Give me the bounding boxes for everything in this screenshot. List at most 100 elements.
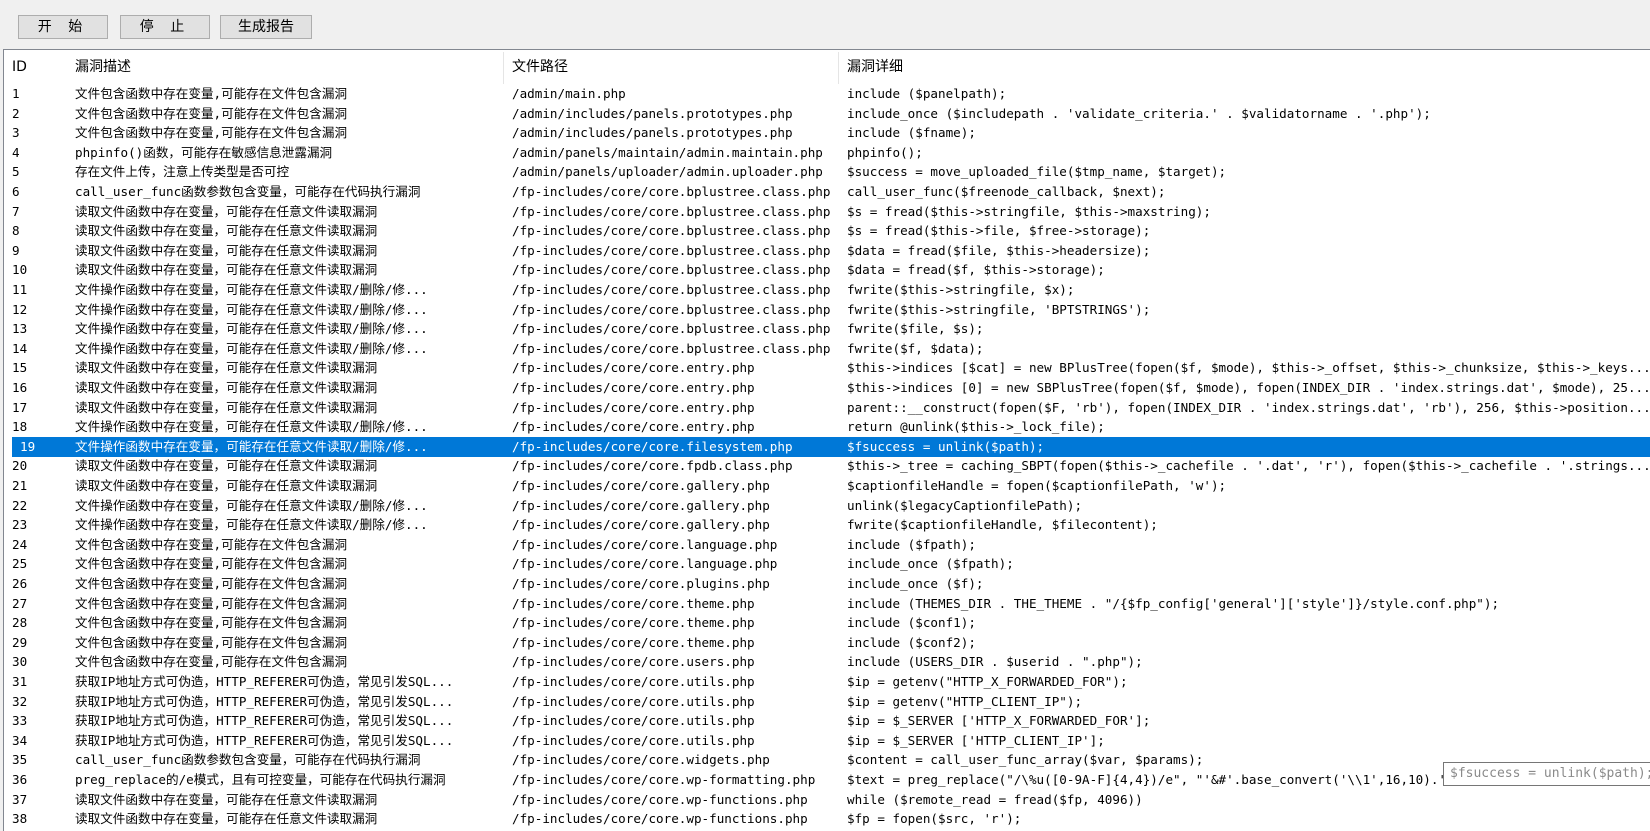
row-details: include ($fname);	[847, 125, 976, 141]
row-id: 26	[12, 576, 28, 591]
row-details: include_once ($fpath);	[847, 556, 1014, 572]
row-file-path: /fp-includes/core/core.bplustree.class.p…	[512, 340, 831, 356]
table-row[interactable]: 3 文件包含函数中存在变量,可能存在文件包含漏洞/admin/includes/p…	[4, 123, 1650, 143]
row-file-path: /fp-includes/core/core.filesystem.php	[512, 438, 793, 454]
table-row[interactable]: 2 文件包含函数中存在变量,可能存在文件包含漏洞/admin/includes/p…	[4, 104, 1650, 124]
stop-button[interactable]: 停 止	[120, 15, 210, 39]
table-row[interactable]: 30 文件包含函数中存在变量,可能存在文件包含漏洞/fp-includes/cor…	[4, 652, 1650, 672]
row-description: 文件包含函数中存在变量,可能存在文件包含漏洞	[75, 125, 348, 141]
row-description: 读取文件函数中存在变量，可能存在任意文件读取漏洞	[75, 811, 378, 827]
vulnerability-list[interactable]: ID 漏洞描述 文件路径 漏洞详细 1 文件包含函数中存在变量,可能存在文件包含漏…	[3, 49, 1650, 831]
table-row[interactable]: 5 存在文件上传，注意上传类型是否可控/admin/panels/uploader…	[4, 162, 1650, 182]
table-row[interactable]: 27 文件包含函数中存在变量,可能存在文件包含漏洞/fp-includes/cor…	[4, 594, 1650, 614]
table-row[interactable]: 21 读取文件函数中存在变量，可能存在任意文件读取漏洞/fp-includes/c…	[4, 476, 1650, 496]
row-description: 文件包含函数中存在变量,可能存在文件包含漏洞	[75, 86, 348, 101]
table-row[interactable]: 10 读取文件函数中存在变量，可能存在任意文件读取漏洞/fp-includes/c…	[4, 260, 1650, 280]
column-header-description[interactable]: 漏洞描述	[67, 50, 504, 84]
row-description: 文件包含函数中存在变量,可能存在文件包含漏洞	[75, 595, 348, 611]
row-id: 29	[12, 634, 28, 650]
row-file-path: /fp-includes/core/core.gallery.php	[512, 517, 770, 533]
table-row[interactable]: 13 文件操作函数中存在变量，可能存在任意文件读取/删除/修... /fp-incl…	[4, 319, 1650, 339]
row-id: 2	[12, 105, 20, 121]
table-row[interactable]: 37 读取文件函数中存在变量，可能存在任意文件读取漏洞/fp-includes/c…	[4, 790, 1650, 810]
table-row[interactable]: 34 获取IP地址方式可伪造，HTTP_REFERER可伪造，常见引发SQL...…	[4, 731, 1650, 751]
row-file-path: /fp-includes/core/core.language.php	[512, 556, 778, 572]
table-row[interactable]: 1 文件包含函数中存在变量,可能存在文件包含漏洞/admin/main.php in…	[4, 84, 1650, 104]
table-row[interactable]: 23 文件操作函数中存在变量，可能存在任意文件读取/删除/修... /fp-incl…	[4, 515, 1650, 535]
row-details: return @unlink($this->_lock_file);	[847, 419, 1105, 435]
row-id: 31	[12, 674, 28, 689]
table-row-selected[interactable]: 19 文件操作函数中存在变量，可能存在任意文件读取/删除/修... /fp-incl…	[12, 436, 1650, 457]
row-description: 文件包含函数中存在变量,可能存在文件包含漏洞	[75, 576, 348, 591]
row-file-path: /fp-includes/core/core.entry.php	[512, 419, 755, 435]
row-id: 20	[12, 458, 28, 474]
column-header-details[interactable]: 漏洞详细	[839, 50, 1439, 84]
row-description: 文件包含函数中存在变量,可能存在文件包含漏洞	[75, 654, 348, 670]
table-row[interactable]: 17 读取文件函数中存在变量，可能存在任意文件读取漏洞/fp-includes/c…	[4, 398, 1650, 418]
table-row[interactable]: 28 文件包含函数中存在变量,可能存在文件包含漏洞/fp-includes/cor…	[4, 613, 1650, 633]
row-id: 36	[12, 772, 28, 787]
table-row[interactable]: 18 文件操作函数中存在变量，可能存在任意文件读取/删除/修... /fp-incl…	[4, 417, 1650, 437]
row-file-path: /fp-includes/core/core.theme.php	[512, 615, 755, 631]
row-id: 15	[12, 360, 28, 376]
table-row[interactable]: 26 文件包含函数中存在变量,可能存在文件包含漏洞/fp-includes/cor…	[4, 574, 1650, 594]
column-header-file-path[interactable]: 文件路径	[504, 50, 839, 84]
row-id: 13	[12, 321, 28, 337]
row-file-path: /fp-includes/core/core.widgets.php	[512, 752, 770, 768]
row-description: 文件包含函数中存在变量,可能存在文件包含漏洞	[75, 615, 348, 631]
row-file-path: /fp-includes/core/core.utils.php	[512, 732, 755, 748]
row-description: 文件操作函数中存在变量，可能存在任意文件读取/删除/修...	[75, 340, 428, 356]
table-row[interactable]: 16 读取文件函数中存在变量，可能存在任意文件读取漏洞/fp-includes/c…	[4, 378, 1650, 398]
row-id: 32	[12, 693, 28, 709]
row-description: preg_replace的/e模式，且有可控变量，可能存在代码执行漏洞	[75, 772, 446, 787]
table-row[interactable]: 8 读取文件函数中存在变量，可能存在任意文件读取漏洞/fp-includes/co…	[4, 221, 1650, 241]
table-row[interactable]: 4 phpinfo()函数，可能存在敏感信息泄露漏洞/admin/panels/m…	[4, 143, 1650, 163]
row-details: include (USERS_DIR . $userid . ".php");	[847, 654, 1143, 670]
table-row[interactable]: 12 文件操作函数中存在变量，可能存在任意文件读取/删除/修... /fp-incl…	[4, 300, 1650, 320]
row-id: 22	[12, 497, 28, 513]
table-row[interactable]: 29 文件包含函数中存在变量,可能存在文件包含漏洞/fp-includes/cor…	[4, 633, 1650, 653]
toolbar: 开 始 停 止 生成报告	[0, 0, 1650, 44]
row-file-path: /admin/panels/uploader/admin.uploader.ph…	[512, 164, 823, 180]
row-details: include_once ($f);	[847, 576, 984, 591]
table-row[interactable]: 36 preg_replace的/e模式，且有可控变量，可能存在代码执行漏洞/fp…	[4, 770, 1650, 790]
row-details: $fp = fopen($src, 'r');	[847, 811, 1022, 827]
row-file-path: /fp-includes/core/core.users.php	[512, 654, 755, 670]
table-row[interactable]: 7 读取文件函数中存在变量，可能存在任意文件读取漏洞/fp-includes/co…	[4, 202, 1650, 222]
table-row[interactable]: 15 读取文件函数中存在变量，可能存在任意文件读取漏洞/fp-includes/c…	[4, 358, 1650, 378]
row-file-path: /fp-includes/core/core.theme.php	[512, 595, 755, 611]
row-description: 获取IP地址方式可伪造，HTTP_REFERER可伪造，常见引发SQL...	[75, 674, 454, 689]
table-row[interactable]: 6 call_user_func函数参数包含变量，可能存在代码执行漏洞/fp-in…	[4, 182, 1650, 202]
row-id: 35	[12, 752, 28, 768]
row-description: 读取文件函数中存在变量，可能存在任意文件读取漏洞	[75, 360, 378, 376]
row-description: 读取文件函数中存在变量，可能存在任意文件读取漏洞	[75, 242, 378, 258]
row-id: 3	[12, 125, 20, 141]
table-row[interactable]: 31 获取IP地址方式可伪造，HTTP_REFERER可伪造，常见引发SQL...…	[4, 672, 1650, 692]
table-row[interactable]: 32 获取IP地址方式可伪造，HTTP_REFERER可伪造，常见引发SQL...…	[4, 692, 1650, 712]
generate-report-button[interactable]: 生成报告	[220, 15, 312, 39]
table-row[interactable]: 11 文件操作函数中存在变量，可能存在任意文件读取/删除/修... /fp-incl…	[4, 280, 1650, 300]
table-row[interactable]: 14 文件操作函数中存在变量，可能存在任意文件读取/删除/修... /fp-incl…	[4, 339, 1650, 359]
row-details: $ip = $_SERVER ['HTTP_CLIENT_IP'];	[847, 732, 1105, 748]
table-row[interactable]: 20 读取文件函数中存在变量，可能存在任意文件读取漏洞/fp-includes/c…	[4, 456, 1650, 476]
row-id: 14	[12, 340, 28, 356]
list-header: ID 漏洞描述 文件路径 漏洞详细	[4, 50, 1650, 84]
table-row[interactable]: 24 文件包含函数中存在变量,可能存在文件包含漏洞/fp-includes/cor…	[4, 535, 1650, 555]
table-row[interactable]: 9 读取文件函数中存在变量，可能存在任意文件读取漏洞/fp-includes/co…	[4, 241, 1650, 261]
row-details: $s = fread($this->file, $free->storage);	[847, 223, 1151, 239]
table-row[interactable]: 33 获取IP地址方式可伪造，HTTP_REFERER可伪造，常见引发SQL...…	[4, 711, 1650, 731]
table-row[interactable]: 22 文件操作函数中存在变量，可能存在任意文件读取/删除/修... /fp-incl…	[4, 496, 1650, 516]
table-row[interactable]: 38 读取文件函数中存在变量，可能存在任意文件读取漏洞/fp-includes/c…	[4, 809, 1650, 829]
column-header-id[interactable]: ID	[4, 50, 67, 84]
row-details: $data = fread($file, $this->headersize);	[847, 242, 1151, 258]
row-details: $ip = getenv("HTTP_CLIENT_IP");	[847, 693, 1083, 709]
row-file-path: /fp-includes/core/core.utils.php	[512, 693, 755, 709]
table-row[interactable]: 35 call_user_func函数参数包含变量，可能存在代码执行漏洞/fp-i…	[4, 750, 1650, 770]
row-description: call_user_func函数参数包含变量，可能存在代码执行漏洞	[75, 184, 421, 199]
row-details: $this->indices [$cat] = new BPlusTree(fo…	[847, 360, 1650, 376]
row-description: 获取IP地址方式可伪造，HTTP_REFERER可伪造，常见引发SQL...	[75, 693, 454, 709]
start-button[interactable]: 开 始	[18, 15, 108, 39]
row-details: $this->_tree = caching_SBPT(fopen($this-…	[847, 458, 1650, 474]
table-row[interactable]: 25 文件包含函数中存在变量,可能存在文件包含漏洞/fp-includes/cor…	[4, 554, 1650, 574]
row-id: 19	[20, 438, 36, 454]
